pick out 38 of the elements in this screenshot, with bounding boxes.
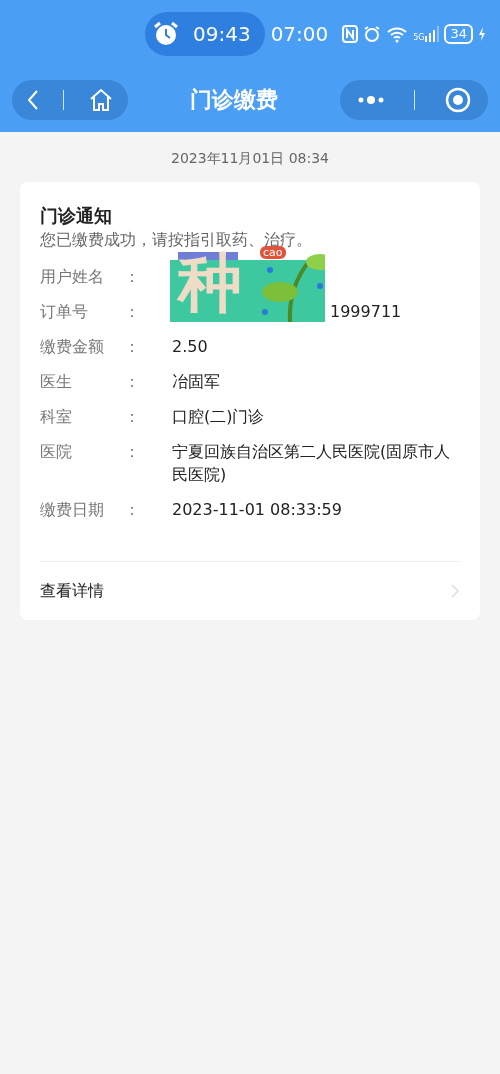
colon: ： — [124, 266, 141, 288]
field-label: 医生 — [40, 371, 73, 393]
signal-icon — [425, 26, 440, 42]
clock-time: 07:00 — [270, 22, 329, 46]
field-value: 2023-11-01 08:33:59 — [172, 499, 343, 521]
charging-icon — [478, 27, 486, 41]
target-icon — [445, 87, 472, 113]
chevron-right-icon — [450, 583, 460, 599]
field-label: 医院 — [40, 441, 73, 463]
nfc-icon — [342, 25, 359, 43]
alarm-icon — [363, 25, 382, 43]
timestamp: 2023年11月01日 08:34 — [169, 149, 331, 168]
field-value: 口腔(二)门诊 — [172, 406, 266, 428]
alarm-pill: 09:43 — [145, 12, 265, 56]
page-title: 门诊缴费 — [189, 86, 279, 114]
battery-level: 34 — [444, 24, 473, 44]
wifi-icon — [386, 25, 409, 43]
card-title: 门诊通知 — [40, 204, 113, 228]
field-value: 冶固军 — [172, 371, 221, 393]
field-value: 宁夏回族自治区第二人民医院(固原市人民医院) — [172, 441, 452, 486]
field-value: 1999711 — [330, 301, 403, 323]
field-label: 科室 — [40, 406, 73, 428]
field-label: 缴费金额 — [40, 336, 105, 358]
colon: ： — [124, 336, 141, 358]
field-label: 用户姓名 — [40, 266, 105, 288]
notice-message: 您已缴费成功，请按指引取药、治疗。 — [40, 230, 313, 250]
colon: ： — [124, 499, 141, 521]
more-icon — [356, 95, 385, 105]
details-link[interactable]: 查看详情 — [40, 562, 460, 620]
colon: ： — [124, 301, 141, 323]
network-label: 5G — [413, 33, 425, 42]
field-label: 订单号 — [40, 301, 89, 323]
field-label: 缴费日期 — [40, 499, 105, 521]
back-icon — [25, 89, 40, 111]
colon: ： — [124, 406, 141, 428]
field-value: 2.50 — [172, 336, 209, 358]
colon: ： — [124, 371, 141, 393]
colon: ： — [124, 441, 141, 463]
